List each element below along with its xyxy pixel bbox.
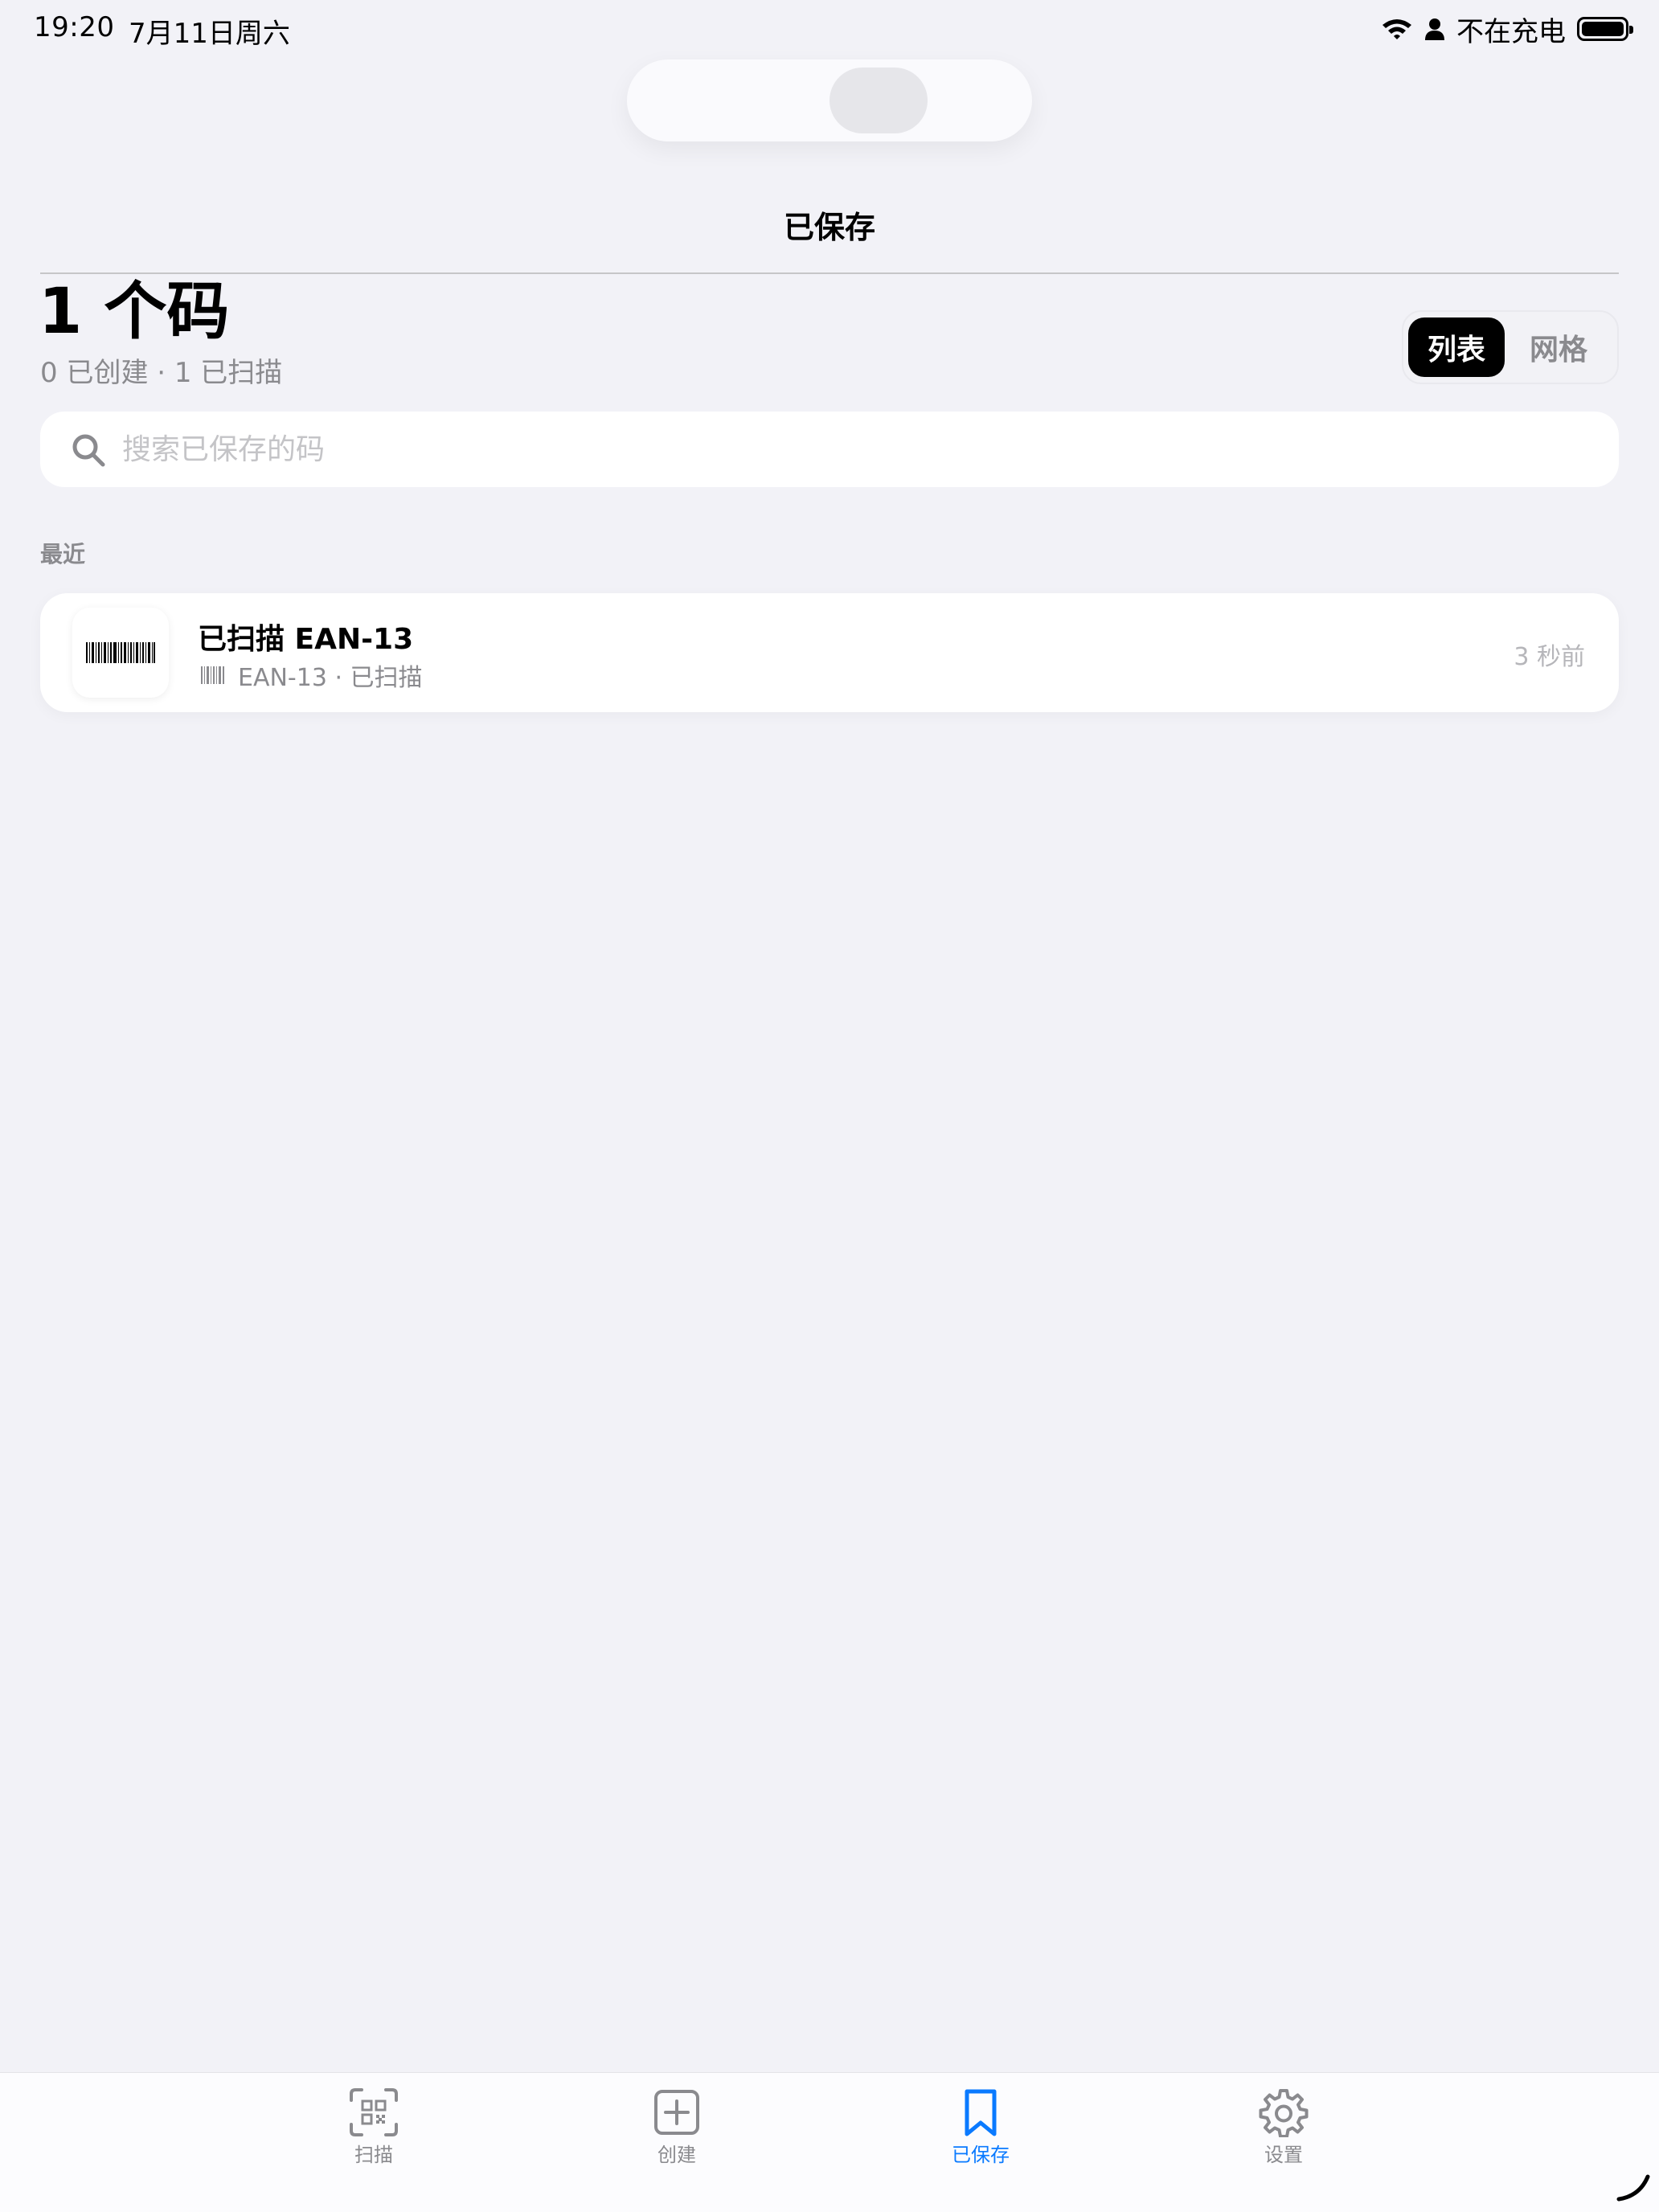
person-icon xyxy=(1425,18,1444,40)
item-timestamp: 3 秒前 xyxy=(1514,643,1585,671)
search-bar[interactable] xyxy=(40,412,1619,487)
qr-scan-icon xyxy=(350,2088,398,2136)
status-time: 19:20 xyxy=(34,11,115,43)
item-meta: EAN-13 · 已扫描 xyxy=(201,659,423,692)
gear-icon xyxy=(1259,2089,1309,2137)
barcode-icon xyxy=(86,642,155,663)
list-item[interactable]: 已扫描 EAN-13 EAN-13 · 已扫描 3 秒前 xyxy=(40,593,1619,712)
tab-settings[interactable]: 设置 xyxy=(1203,2087,1364,2167)
tab-scan[interactable]: 扫描 xyxy=(293,2087,454,2167)
tab-create[interactable]: 创建 xyxy=(596,2087,757,2167)
tab-saved[interactable]: 已保存 xyxy=(900,2087,1061,2167)
window-control-knob[interactable] xyxy=(830,68,928,133)
wifi-icon xyxy=(1382,19,1411,39)
list-view-button[interactable]: 列表 xyxy=(1408,317,1505,377)
charging-status: 不在充电 xyxy=(1456,15,1566,48)
search-input[interactable] xyxy=(121,412,1583,487)
grid-view-button[interactable]: 网格 xyxy=(1505,317,1612,377)
view-mode-toggle: 列表 网格 xyxy=(1402,310,1619,384)
search-icon xyxy=(72,434,105,467)
code-count-subtitle: 0 已创建 · 1 已扫描 xyxy=(40,357,283,389)
nav-divider xyxy=(40,272,1619,274)
tab-settings-label: 设置 xyxy=(1264,2144,1303,2166)
tab-bar: 扫描 创建 已保存 设置 xyxy=(0,2072,1659,2212)
bookmark-icon xyxy=(965,2089,997,2136)
tab-scan-label: 扫描 xyxy=(354,2144,393,2166)
page-title: 已保存 xyxy=(783,210,875,245)
item-title: 已扫描 EAN-13 xyxy=(198,623,414,656)
item-meta-text: EAN-13 · 已扫描 xyxy=(238,664,423,692)
corner-handle-icon xyxy=(1616,2174,1650,2202)
code-thumbnail xyxy=(72,608,169,698)
barcode-small-icon xyxy=(201,666,224,684)
window-control-pill[interactable] xyxy=(627,59,1032,141)
battery-icon xyxy=(1577,17,1633,41)
tab-create-label: 创建 xyxy=(657,2144,696,2166)
status-indicators: 不在充电 xyxy=(1381,11,1633,48)
plus-square-icon xyxy=(654,2090,699,2135)
code-count-title: 1 个码 xyxy=(39,276,230,348)
status-date: 7月11日周六 xyxy=(129,18,290,50)
section-label-recent: 最近 xyxy=(40,541,86,567)
tab-saved-label: 已保存 xyxy=(952,2144,1010,2166)
status-bar: 19:20 7月11日周六 不在充电 xyxy=(0,0,1659,61)
